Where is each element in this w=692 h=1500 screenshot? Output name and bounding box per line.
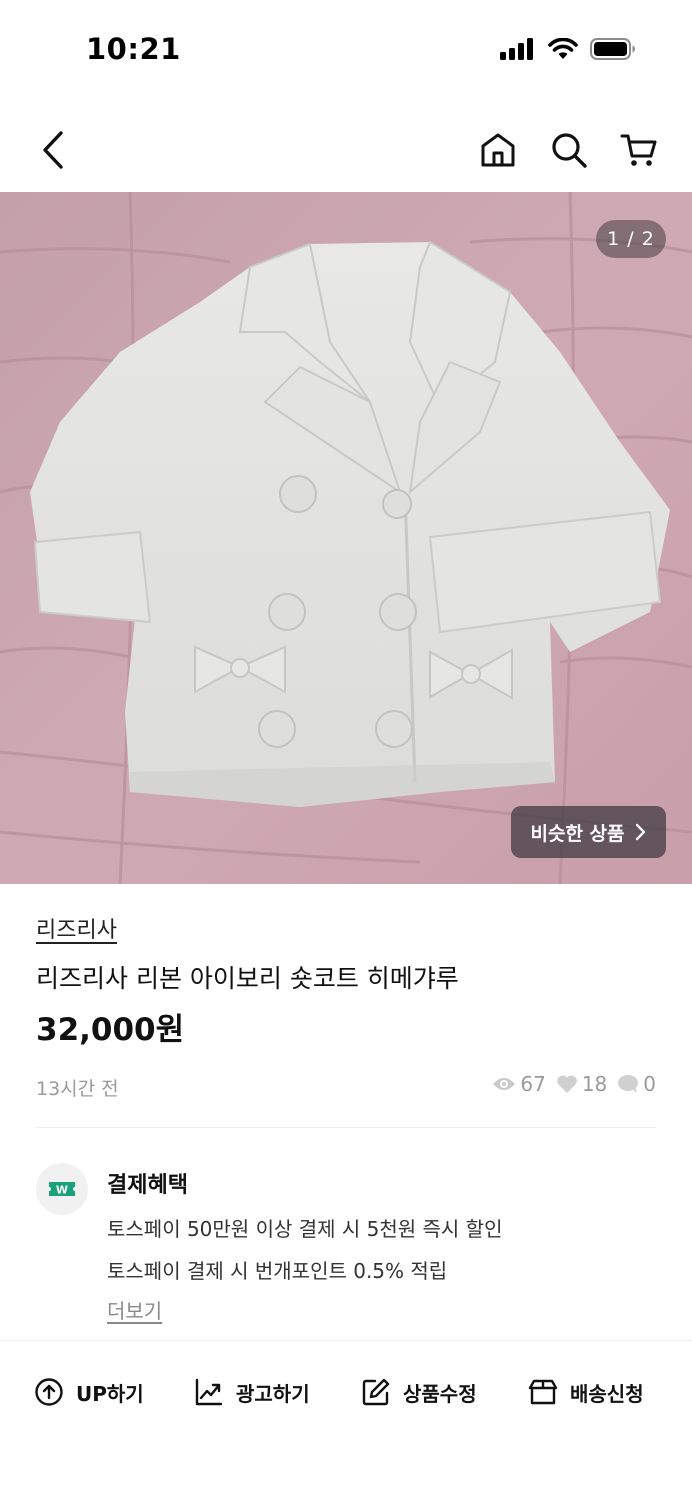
up-button-label: UP하기 <box>76 1381 144 1406</box>
svg-text:W: W <box>56 1184 68 1197</box>
cart-button[interactable] <box>615 126 663 174</box>
home-button[interactable] <box>474 126 522 174</box>
up-button[interactable]: UP하기 <box>34 1370 144 1414</box>
trend-chart-icon <box>195 1378 223 1406</box>
box-icon <box>528 1379 558 1405</box>
edit-product-button[interactable]: 상품수정 <box>361 1370 477 1414</box>
cart-icon <box>620 134 657 166</box>
chat-bubble-icon <box>618 1075 639 1093</box>
status-time: 10:21 <box>86 32 181 66</box>
views-count: 67 <box>520 1072 546 1096</box>
battery-icon <box>590 38 635 60</box>
benefit-line-discount: 토스페이 50만원 이상 결제 시 5천원 즉시 할인 <box>107 1217 503 1241</box>
shop-name-link[interactable]: 리즈리사 <box>36 912 117 944</box>
payment-benefits-title: 결제혜택 <box>107 1173 188 1198</box>
posted-time: 13시간 전 <box>36 1078 119 1100</box>
eye-icon <box>493 1078 516 1090</box>
action-bar-divider <box>0 1340 692 1341</box>
search-button[interactable] <box>545 126 593 174</box>
nav-bar <box>0 108 692 188</box>
benefit-line-points: 토스페이 결제 시 번개포인트 0.5% 적립 <box>107 1259 448 1283</box>
heart-icon <box>557 1075 577 1093</box>
search-icon <box>552 133 587 168</box>
advertise-button-label: 광고하기 <box>236 1381 310 1406</box>
advertise-button[interactable]: 광고하기 <box>194 1370 310 1414</box>
shipping-request-label: 배송신청 <box>570 1381 644 1406</box>
chats-count: 0 <box>643 1072 656 1096</box>
won-coupon-icon: W <box>49 1182 75 1197</box>
views-stat: 67 <box>492 1072 546 1096</box>
back-button[interactable] <box>30 126 78 174</box>
signal-icon <box>500 38 533 60</box>
payment-benefit-badge: W <box>36 1163 88 1215</box>
similar-products-label: 비슷한 상품 <box>530 822 625 845</box>
home-icon <box>481 133 515 167</box>
product-image-carousel[interactable]: 1 / 2 비슷한 상품 <box>0 192 692 884</box>
chats-stat: 0 <box>617 1072 656 1096</box>
back-arrow-icon <box>43 131 63 169</box>
wifi-icon <box>548 38 578 59</box>
product-photo <box>0 192 692 884</box>
edit-icon <box>362 1378 390 1406</box>
status-icons <box>500 38 636 60</box>
likes-count: 18 <box>581 1072 608 1096</box>
arrow-up-circle-icon <box>35 1378 63 1406</box>
similar-products-button[interactable]: 비슷한 상품 <box>511 806 666 858</box>
status-bar: 10:21 <box>0 0 692 100</box>
benefits-more-link[interactable]: 더보기 <box>107 1295 162 1324</box>
page-indicator: 1 / 2 <box>596 220 666 258</box>
section-divider <box>36 1127 656 1128</box>
likes-stat: 18 <box>556 1072 607 1096</box>
chevron-right-icon <box>635 823 645 841</box>
product-stats: 67 18 0 <box>492 1072 656 1096</box>
product-title: 리즈리사 리본 아이보리 숏코트 히메갸루 <box>36 964 459 993</box>
shipping-request-button[interactable]: 배송신청 <box>528 1370 644 1414</box>
seller-action-bar: UP하기 광고하기 상품수정 배송신청 <box>0 1370 692 1414</box>
product-price: 32,000원 <box>36 1012 185 1048</box>
edit-product-label: 상품수정 <box>403 1381 477 1406</box>
